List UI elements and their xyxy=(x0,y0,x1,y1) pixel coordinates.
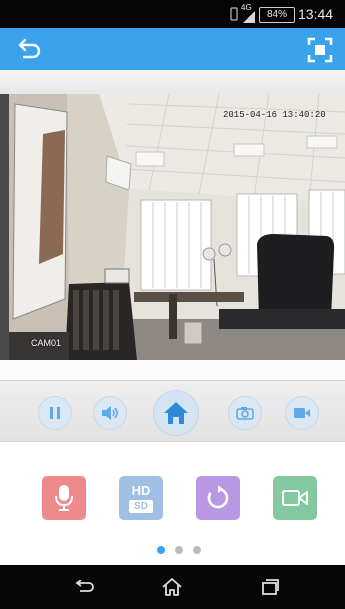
page-dot[interactable] xyxy=(175,546,183,554)
header-spacer xyxy=(0,70,345,94)
pause-button[interactable] xyxy=(38,396,72,430)
video-record-icon xyxy=(294,408,310,418)
battery-indicator: 84% xyxy=(259,7,295,23)
video-quality-button[interactable]: HD SD xyxy=(119,476,163,520)
home-icon xyxy=(164,402,188,424)
video-spacer xyxy=(0,360,345,380)
snapshot-button[interactable] xyxy=(228,396,262,430)
status-bar: 4G 84% 13:44 xyxy=(0,0,345,28)
camera-icon xyxy=(236,407,254,420)
nav-home-button[interactable] xyxy=(142,565,202,609)
rotate-button[interactable] xyxy=(196,476,240,520)
home-preset-button[interactable] xyxy=(153,390,199,436)
record-button[interactable] xyxy=(285,396,319,430)
pause-icon xyxy=(50,407,60,419)
app-bar xyxy=(0,28,345,70)
fullscreen-button[interactable] xyxy=(306,36,334,64)
speaker-icon xyxy=(102,406,118,420)
camera-name-label: CAM01 xyxy=(31,338,62,348)
page-dot-active[interactable] xyxy=(157,546,165,554)
record-video-button[interactable] xyxy=(273,476,317,520)
clock: 13:44 xyxy=(298,6,334,22)
rotate-icon xyxy=(207,485,229,509)
back-button[interactable] xyxy=(14,37,42,61)
quality-hd-label: HD xyxy=(131,482,151,498)
nav-recents-button[interactable] xyxy=(240,565,300,609)
video-camera-icon xyxy=(282,490,308,506)
nav-recents-icon xyxy=(262,579,279,595)
office-scene xyxy=(9,94,345,360)
playback-controls xyxy=(0,380,345,442)
video-timestamp: 2015-04-16 13:40:20 xyxy=(223,110,326,120)
video-feed[interactable]: 2015-04-16 13:40:20 CAM01 xyxy=(9,94,345,360)
audio-button[interactable] xyxy=(93,396,127,430)
signal-icon xyxy=(243,10,257,26)
microphone-icon xyxy=(55,485,73,511)
back-arrow-icon xyxy=(18,38,41,59)
quality-sd-label: SD xyxy=(129,499,153,513)
page-dot[interactable] xyxy=(193,546,201,554)
nav-home-icon xyxy=(162,578,182,596)
fullscreen-icon xyxy=(307,37,333,63)
talk-button[interactable] xyxy=(42,476,86,520)
vibrate-icon xyxy=(230,7,238,24)
system-nav-bar xyxy=(0,565,345,609)
nav-back-button[interactable] xyxy=(55,565,115,609)
video-edge xyxy=(0,94,9,360)
nav-back-icon xyxy=(75,580,94,592)
